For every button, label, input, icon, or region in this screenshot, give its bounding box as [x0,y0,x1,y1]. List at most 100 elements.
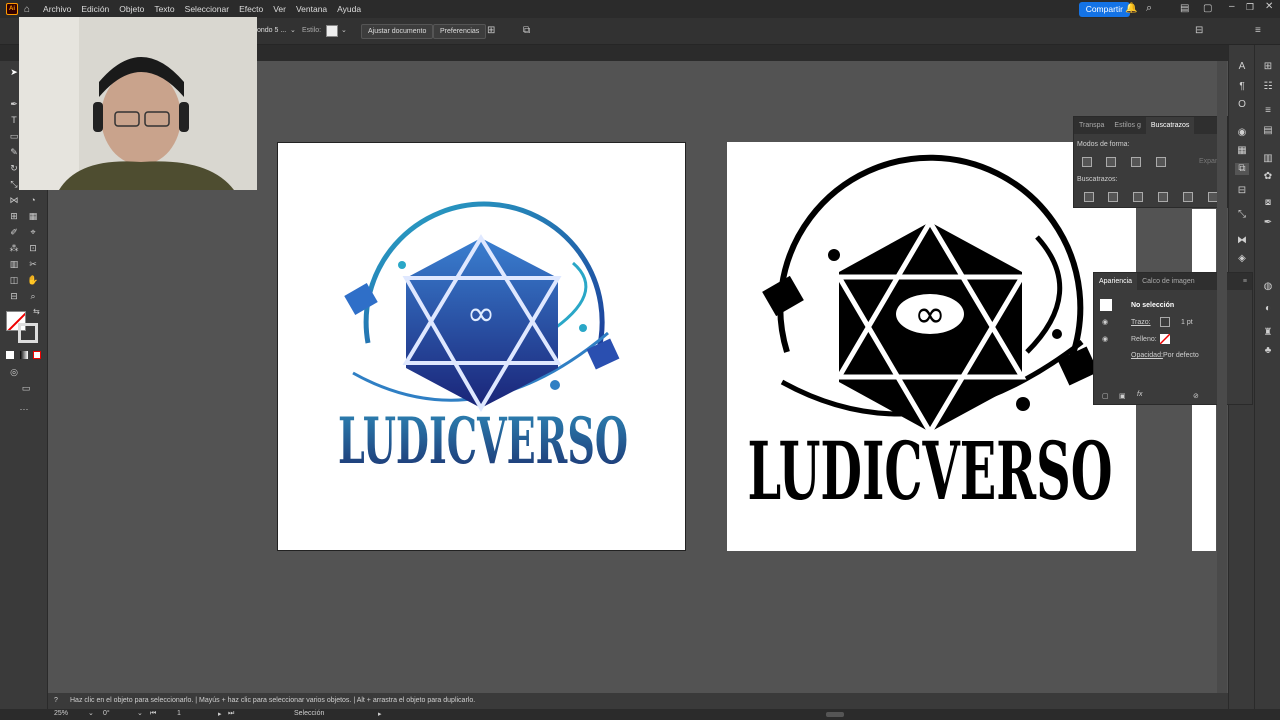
screen-mode-icon[interactable]: ▭ [20,383,32,393]
eraser-tool-icon[interactable]: ◫ [8,275,20,285]
artboard-tool-icon[interactable]: ⊡ [27,243,39,253]
share-button[interactable]: Compartir [1078,2,1130,17]
workspace-icon[interactable]: ▤ [1180,3,1189,14]
gradient-mode-button[interactable] [20,351,28,359]
eye-icon[interactable]: ◉ [1102,318,1108,326]
slice-tool-icon[interactable]: ✂ [27,259,39,269]
transform-icon[interactable]: ⧉ [523,25,530,36]
color-mode-button[interactable] [6,351,14,359]
appearance-icon[interactable]: ◍ [1261,281,1275,293]
intersect-icon[interactable] [1131,157,1141,167]
chevron-down-icon[interactable]: ⌄ [290,26,296,34]
tab-appearance[interactable]: Apariencia [1094,273,1138,290]
adjust-document-button[interactable]: Ajustar documento [361,24,434,39]
eyedropper-tool-icon[interactable]: ✐ [8,227,20,237]
menu-edicion[interactable]: Edición [76,0,114,18]
fill-label[interactable]: Relleno: [1131,336,1157,343]
blend-tool-icon[interactable]: ⌖ [27,227,39,237]
add-effect-icon[interactable]: fx [1137,391,1142,398]
close-icon[interactable]: ✕ [1265,1,1273,12]
vertical-scrollbar[interactable] [1217,61,1227,693]
arrange-icon[interactable]: ⊞ [487,25,495,36]
rotation-value[interactable]: 0° [103,710,110,717]
libraries-icon[interactable]: ☷ [1261,81,1275,93]
restore-icon[interactable]: ❐ [1246,2,1254,13]
transparency-icon[interactable]: ▥ [1261,153,1275,165]
chevron-down-icon[interactable]: ⌄ [137,709,143,717]
next-artboard-icon[interactable]: ▸ [218,710,222,718]
width-tool-icon[interactable]: ⋈ [8,195,20,205]
preferences-button[interactable]: Preferencias [433,24,487,39]
menu-texto[interactable]: Texto [149,0,179,18]
minimize-icon[interactable]: – [1229,1,1235,12]
menu-seleccionar[interactable]: Seleccionar [180,0,234,18]
club-icon[interactable]: ♣ [1261,345,1275,357]
gradient-tool-icon[interactable]: ▦ [27,211,39,221]
artboard-select-icon[interactable]: ⊟ [8,291,20,301]
hand-tool-icon[interactable]: ✋ [27,275,39,285]
last-artboard-icon[interactable]: ⏭ [228,710,234,718]
image-trace-icon[interactable]: ◐ [1261,303,1275,315]
brushes-icon[interactable]: ✒ [1261,217,1275,229]
stroke-swatch[interactable] [18,323,38,343]
properties-icon[interactable]: ⊞ [1261,61,1275,73]
artboard-index[interactable]: 1 [177,710,181,717]
graph-tool-icon[interactable]: ▥ [8,259,20,269]
menu-icon[interactable]: ≡ [1255,25,1261,36]
crop-icon[interactable] [1158,192,1168,202]
tab-graphic-styles[interactable]: Estilos g [1109,117,1145,134]
color-icon[interactable]: ◉ [1235,127,1249,139]
menu-ventana[interactable]: Ventana [291,0,332,18]
stroke-panel-icon[interactable]: ≡ [1261,105,1275,117]
draw-mode-icon[interactable]: ◎ [8,367,20,377]
bell-icon[interactable]: 🔔 [1125,3,1137,14]
panel-layout-icon[interactable]: ▢ [1203,3,1212,14]
divide-icon[interactable] [1084,192,1094,202]
stroke-label[interactable]: Trazo: [1131,319,1151,326]
home-icon[interactable]: ⌂ [24,4,30,15]
fill-color-swatch[interactable] [1160,334,1170,344]
exclude-icon[interactable] [1156,157,1166,167]
links-icon[interactable]: ⧓ [1235,235,1249,247]
chevron-down-icon[interactable]: ⌄ [88,709,94,717]
none-mode-button[interactable] [33,351,41,359]
menu-archivo[interactable]: Archivo [38,0,76,18]
more-tools-icon[interactable]: ··· [18,404,30,414]
layers-icon[interactable]: ◈ [1235,253,1249,265]
fill-preset-dropdown[interactable]: ondo 5 ... [257,27,286,34]
shape-builder-tool-icon[interactable]: ◔ [27,195,39,205]
align-panel-icon[interactable]: ⊟ [1235,185,1249,197]
new-fill-icon[interactable]: ▣ [1119,392,1126,400]
unite-icon[interactable] [1082,157,1092,167]
swatches-icon[interactable]: ▦ [1235,145,1249,157]
first-artboard-icon[interactable]: ⏮ [150,710,156,718]
eye-icon[interactable]: ◉ [1102,335,1108,343]
paragraph-icon[interactable]: ¶ [1235,81,1249,93]
zoom-level[interactable]: 25% [54,710,68,717]
stroke-weight-value[interactable]: 1 pt [1181,319,1193,326]
play-icon[interactable]: ▸ [378,710,382,718]
menu-ver[interactable]: Ver [268,0,291,18]
zoom-tool-icon[interactable]: ⌕ [27,291,39,301]
symbol-sprayer-tool-icon[interactable]: ⁂ [8,243,20,253]
menu-objeto[interactable]: Objeto [114,0,149,18]
character-icon[interactable]: A [1235,61,1249,73]
tab-pathfinder[interactable]: Buscatrazos [1145,117,1195,134]
style-swatch[interactable] [326,25,338,37]
merge-icon[interactable] [1133,192,1143,202]
clear-appearance-icon[interactable]: ⊘ [1193,392,1199,400]
horizontal-scrollbar[interactable] [826,712,844,717]
new-stroke-icon[interactable]: ▢ [1102,392,1109,400]
puppet-icon[interactable]: ♜ [1261,327,1275,339]
transform-panel-icon[interactable]: ⤡ [1235,209,1249,221]
artboard-color-logo[interactable]: ∞ LUDICVERSO [277,142,686,551]
outline-icon[interactable] [1183,192,1193,202]
tab-image-trace[interactable]: Calco de imagen [1137,273,1200,290]
minus-front-icon[interactable] [1106,157,1116,167]
menu-ayuda[interactable]: Ayuda [332,0,366,18]
chevron-down-icon[interactable]: ⌄ [341,26,347,34]
tab-transparency[interactable]: Transpa [1074,117,1109,134]
stroke-color-swatch[interactable] [1160,317,1170,327]
symbols-icon[interactable]: ✿ [1261,171,1275,183]
swap-fill-stroke-icon[interactable]: ⇆ [33,307,40,316]
